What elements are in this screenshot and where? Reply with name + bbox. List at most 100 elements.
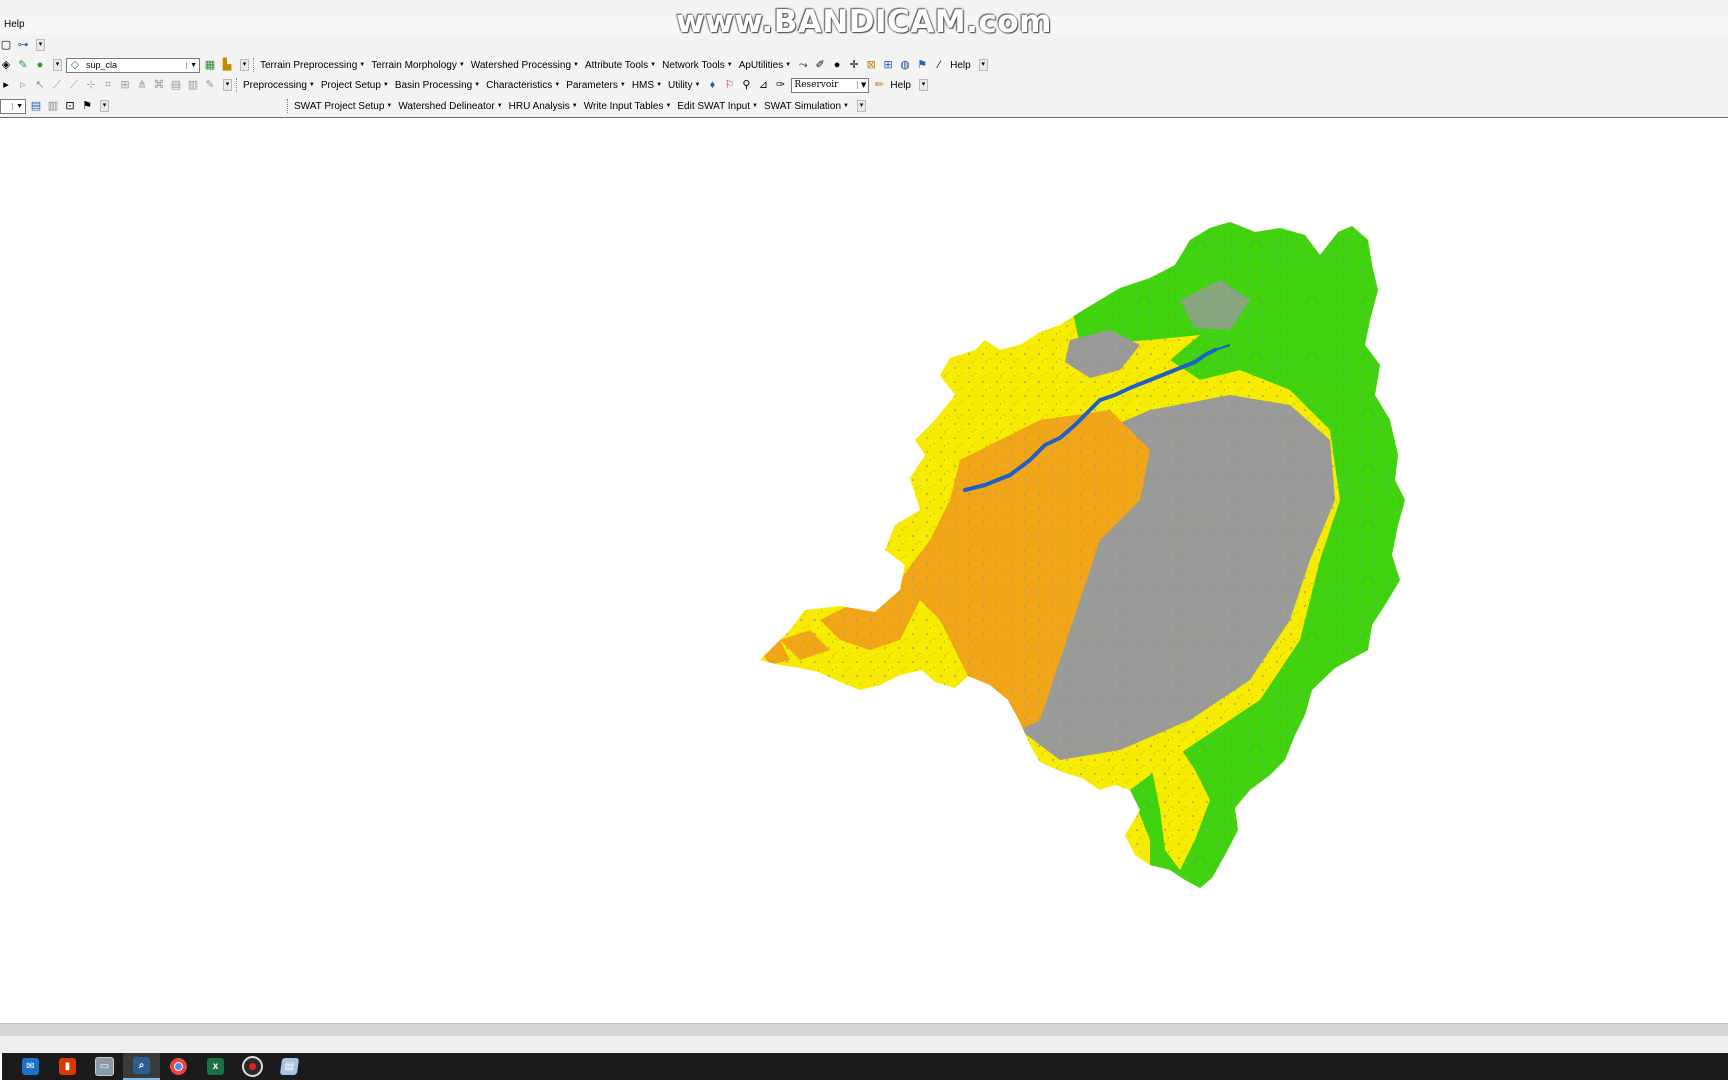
status-bar-lower (0, 1036, 1728, 1053)
sketch-props-icon[interactable]: ▥ (187, 79, 199, 91)
menu-swat-project-setup[interactable]: SWAT Project Setup ▼ (294, 101, 392, 112)
outlet-icon[interactable]: ⚐ (723, 79, 735, 91)
menu-basin-processing[interactable]: Basin Processing ▼ (395, 80, 480, 91)
menu-help[interactable]: Help (4, 19, 25, 30)
toolbar-row-1: ◈ ✎ ● ▾ ◇ sup_cla ▼ ▦ ▙ ▾ Terrain Prepro… (0, 55, 988, 75)
toolbar-grip[interactable] (236, 78, 239, 92)
toolbar-overflow[interactable]: ▾ (978, 59, 988, 71)
snap-icon[interactable]: ⋔ (136, 79, 148, 91)
reservoir-combo[interactable]: Reservoir ▼ (791, 77, 870, 93)
editor-icon[interactable]: ▸ (0, 79, 12, 91)
toolbar-overflow[interactable]: ▾ (100, 100, 109, 112)
reshape-icon[interactable]: ⟋ (68, 79, 80, 91)
windows-taskbar: ✉ ▮ ▭ ⌕ x ▤ (0, 1053, 1728, 1080)
menu-aputilities[interactable]: ApUtilities ▼ (739, 60, 791, 71)
menu-hru-analysis[interactable]: HRU Analysis ▼ (509, 101, 578, 112)
menu-write-input-tables[interactable]: Write Input Tables ▼ (584, 101, 672, 112)
reservoir-combo-value: Reservoir (794, 80, 839, 90)
edit-annotation-icon[interactable]: ✎ (204, 79, 216, 91)
network-icon[interactable]: ⊞ (882, 59, 894, 71)
profile-icon[interactable]: ⊿ (757, 79, 769, 91)
menu-help-archydro[interactable]: Help (950, 60, 971, 71)
chrome-icon[interactable] (160, 1053, 197, 1080)
toolbar-grip[interactable] (253, 58, 256, 72)
toolbar-row-3: ▼ ▤ ▥ ⊡ ⚑ ▾ SWAT Project Setup ▼ Watershe… (0, 96, 866, 116)
menu-terrain-preprocessing[interactable]: Terrain Preprocessing ▼ (260, 60, 365, 71)
toolbar-overflow[interactable]: ▾ (240, 59, 249, 71)
identify-icon[interactable]: ⚑ (81, 100, 93, 112)
menu-watershed-delineator[interactable]: Watershed Delineator ▼ (398, 101, 502, 112)
toolbar-overflow[interactable]: ▾ (856, 100, 866, 112)
toolbar-area: Help www.BANDICAM.com ▢ ⊶ ▾ ◈ ✎ ● ▾ ◇ su… (0, 0, 1728, 118)
toolbar-overflow[interactable]: ▾ (53, 59, 62, 71)
scale-combo[interactable]: ▼ (0, 98, 26, 114)
window-icon[interactable]: ▭ (86, 1053, 123, 1080)
chevron-down-icon: ▼ (857, 81, 866, 89)
menu-help-hms[interactable]: Help (890, 80, 911, 91)
menu-terrain-morphology[interactable]: Terrain Morphology ▼ (371, 60, 465, 71)
menu-preprocessing[interactable]: Preprocessing ▼ (243, 80, 315, 91)
marker-color-icon[interactable]: ● (34, 59, 46, 71)
record-icon[interactable] (234, 1053, 271, 1080)
classify-icon[interactable]: ▦ (204, 59, 216, 71)
toolbar-row-2: ▸ ▹ ↖ ⟋ ⟋ ⊹ ⌗ ⊞ ⋔ ⌘ ▤ ▥ ✎ ▾ Preprocessin… (0, 75, 928, 95)
layout-icon[interactable]: ⊡ (64, 100, 76, 112)
toolbar-overflow[interactable]: ▾ (223, 79, 232, 91)
split-icon[interactable]: ⊹ (85, 79, 97, 91)
crosshair-icon[interactable]: ✛ (848, 59, 860, 71)
sketch-icon[interactable]: ▹ (17, 79, 29, 91)
pencil-icon[interactable]: ✐ (814, 59, 826, 71)
excel-icon[interactable]: x (197, 1053, 234, 1080)
search-app-icon[interactable]: ⌕ (123, 1053, 160, 1080)
pencil-icon[interactable]: ✏ (873, 79, 885, 91)
flag-icon[interactable]: ⚑ (916, 59, 928, 71)
office-icon[interactable]: ▮ (49, 1053, 86, 1080)
menu-watershed-processing[interactable]: Watershed Processing ▼ (471, 60, 579, 71)
batch-icon[interactable]: ⊠ (865, 59, 877, 71)
toolbar-overflow[interactable]: ▾ (919, 79, 928, 91)
new-icon[interactable]: ▢ (0, 39, 12, 51)
point-icon[interactable]: ● (831, 59, 843, 71)
rotate-icon[interactable]: ⌗ (102, 79, 114, 91)
menu-edit-swat-input[interactable]: Edit SWAT Input ▼ (677, 101, 758, 112)
vertex-icon[interactable]: ⟋ (51, 79, 63, 91)
toolbar-grip[interactable] (287, 99, 290, 113)
taskbar-edge (0, 1053, 2, 1080)
select-icon[interactable]: ↖ (34, 79, 46, 91)
layer-combo[interactable]: ◇ sup_cla ▼ (66, 57, 200, 73)
histogram-icon[interactable]: ▙ (221, 59, 233, 71)
raster-layer-icon: ◇ (70, 59, 80, 71)
point-tool-icon[interactable]: ⚲ (740, 79, 752, 91)
trace-icon[interactable]: ⌘ (153, 79, 165, 91)
menu-parameters[interactable]: Parameters ▼ (566, 80, 626, 91)
gauge-icon[interactable]: ♦ (706, 79, 718, 91)
globe-icon[interactable]: ◍ (899, 59, 911, 71)
menu-attribute-tools[interactable]: Attribute Tools ▼ (585, 60, 656, 71)
status-bar (0, 1023, 1728, 1036)
chevron-down-icon: ▼ (12, 102, 23, 110)
connect-icon[interactable]: ⊶ (17, 39, 29, 51)
edit-icon[interactable]: ⁄ (933, 59, 945, 71)
fill-color-icon[interactable]: ◈ (0, 59, 12, 71)
standard-toolbar: ▢ ⊶ ▾ (0, 35, 45, 55)
menu-swat-simulation[interactable]: SWAT Simulation ▼ (764, 101, 849, 112)
notes-icon[interactable]: ▤ (271, 1053, 308, 1080)
menu-characteristics[interactable]: Characteristics ▼ (486, 80, 560, 91)
land-cover-raster (760, 222, 1405, 888)
map-view[interactable] (0, 118, 1728, 1023)
menu-utility[interactable]: Utility ▼ (668, 80, 700, 91)
table-icon[interactable]: ▤ (170, 79, 182, 91)
mail-icon[interactable]: ✉ (12, 1053, 49, 1080)
attributes-icon[interactable]: ⊞ (119, 79, 131, 91)
catalog-icon[interactable]: ▥ (47, 100, 59, 112)
bandicam-watermark: www.BANDICAM.com (676, 4, 1052, 40)
menu-network-tools[interactable]: Network Tools ▼ (662, 60, 733, 71)
edit-pen-icon[interactable]: ✑ (774, 79, 786, 91)
toolbar-overflow[interactable]: ▾ (36, 39, 45, 51)
flow-trace-icon[interactable]: ⤳ (797, 59, 809, 71)
table-of-contents-icon[interactable]: ▤ (30, 100, 42, 112)
menu-project-setup[interactable]: Project Setup ▼ (321, 80, 389, 91)
menu-hms[interactable]: HMS ▼ (632, 80, 662, 91)
line-color-icon[interactable]: ✎ (17, 59, 29, 71)
chevron-down-icon: ▼ (186, 61, 197, 69)
